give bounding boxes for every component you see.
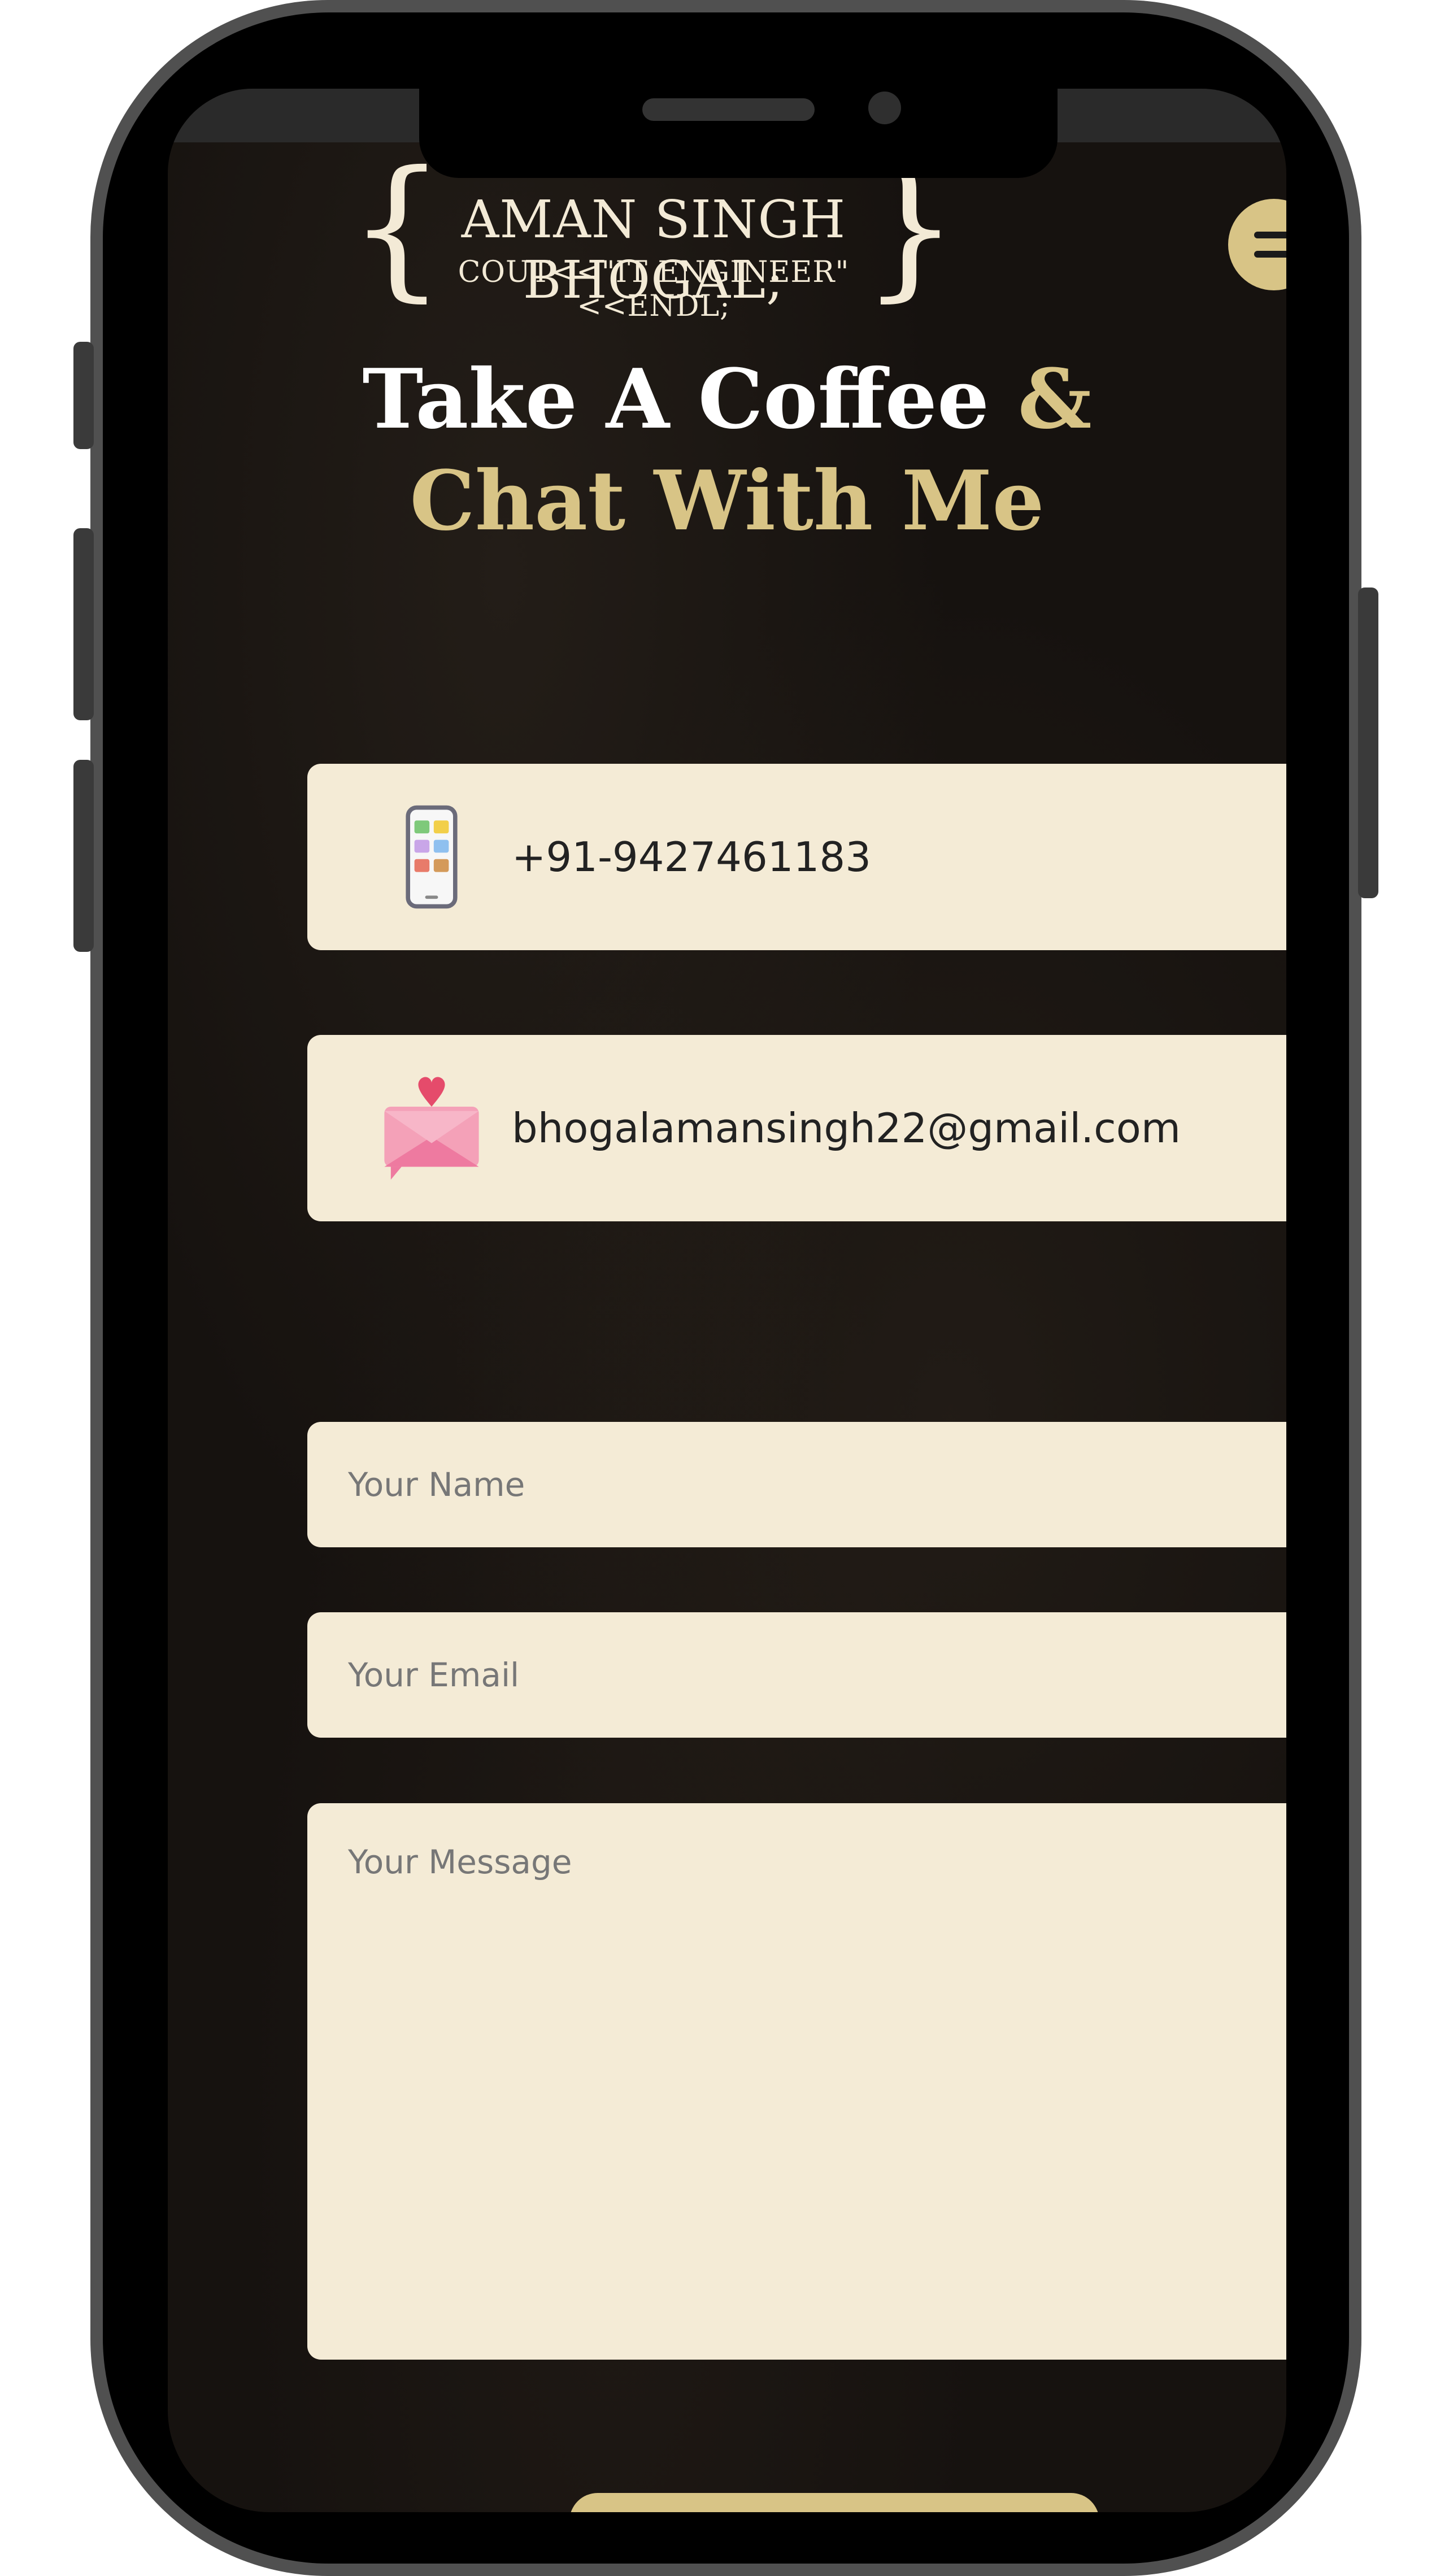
send-button[interactable] [569,2493,1099,2512]
volume-down-button [73,760,94,952]
phone-frame: { AMAN SINGH BHOGAL; COUT<<"IT ENGINEER"… [73,0,1378,2576]
phone-notch [419,76,1058,178]
email-contact-card[interactable]: bhogalamansingh22@gmail.com [307,1035,1286,1221]
hamburger-menu-icon[interactable] [1228,199,1286,290]
site-logo[interactable]: { AMAN SINGH BHOGAL; COUT<<"IT ENGINEER"… [349,151,959,324]
title-white: Take A Coffee [362,351,990,447]
phone-speaker [642,98,815,121]
logo-subtitle: COUT<<"IT ENGINEER"<<ENDL; [458,255,850,323]
phone-camera [868,92,901,124]
smartphone-icon [378,803,485,911]
message-textarea[interactable] [307,1803,1286,2360]
envelope-heart-icon [378,1074,485,1182]
email-input[interactable] [307,1612,1286,1738]
power-button [1358,588,1378,898]
name-input[interactable] [307,1422,1286,1547]
silent-switch [73,342,94,449]
volume-up-button [73,528,94,720]
screen: { AMAN SINGH BHOGAL; COUT<<"IT ENGINEER"… [168,89,1286,2512]
page-title: Take A Coffee & Chat With Me [258,349,1196,552]
email-address: bhogalamansingh22@gmail.com [512,1104,1181,1152]
phone-number: +91-9427461183 [512,833,872,881]
phone-bezel: { AMAN SINGH BHOGAL; COUT<<"IT ENGINEER"… [103,12,1349,2564]
phone-contact-card[interactable]: +91-9427461183 [307,764,1286,950]
